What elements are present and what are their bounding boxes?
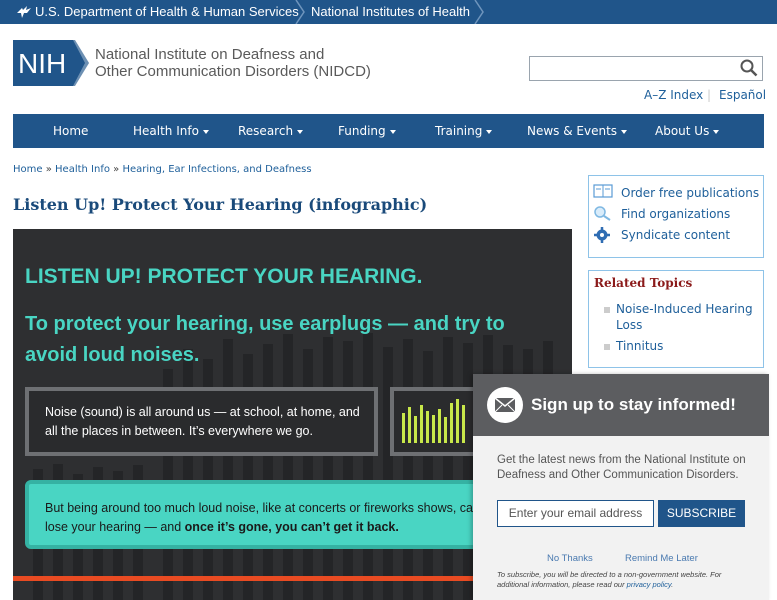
noise-everywhere-box: Noise (sound) is all around us — at scho…: [25, 387, 378, 456]
nav-health-info[interactable]: Health Info: [133, 114, 209, 148]
envelope-icon: [487, 387, 523, 423]
breadcrumb-health-info[interactable]: Health Info: [55, 164, 110, 175]
breadcrumb-hearing[interactable]: Hearing, Ear Infections, and Deafness: [122, 164, 311, 175]
breadcrumb-chevron-icon: [474, 0, 484, 24]
breadcrumb: Home » Health Info » Hearing, Ear Infect…: [13, 164, 312, 175]
find-organizations-link[interactable]: Find organizations: [621, 207, 730, 221]
search-box: [529, 56, 763, 81]
caret-down-icon: [297, 129, 304, 134]
page-title: Listen Up! Protect Your Hearing (infogra…: [13, 195, 428, 214]
signup-description: Get the latest news from the National In…: [497, 454, 746, 481]
privacy-policy-link[interactable]: privacy policy: [627, 580, 671, 589]
nav-about-us[interactable]: About Us: [655, 114, 720, 148]
top-bar: U.S. Department of Health & Human Servic…: [0, 0, 777, 24]
breadcrumb-chevron-icon: [295, 0, 305, 24]
syndicate-content-link[interactable]: Syndicate content: [621, 228, 730, 242]
infographic-heading: LISTEN UP! PROTECT YOUR HEARING.: [25, 265, 423, 288]
caret-down-icon: [389, 129, 396, 134]
related-topics-title: Related Topics: [594, 276, 693, 290]
remind-me-later-link[interactable]: Remind Me Later: [625, 553, 698, 564]
signup-modal: Sign up to stay informed! Get the latest…: [473, 374, 769, 600]
magnifier-icon: [594, 206, 611, 221]
link-divider: |: [707, 88, 712, 102]
list-bullet-icon: [604, 344, 610, 350]
caret-down-icon: [486, 129, 493, 134]
hhs-eagle-icon: [16, 0, 32, 24]
search-icon[interactable]: [740, 59, 758, 77]
related-tinnitus[interactable]: Tinnitus: [616, 338, 663, 354]
nav-research[interactable]: Research: [238, 114, 304, 148]
related-topics-box: Related Topics Noise-Induced Hearing Los…: [588, 270, 764, 368]
email-field[interactable]: Enter your email address: [497, 500, 654, 527]
hhs-link[interactable]: U.S. Department of Health & Human Servic…: [35, 0, 299, 24]
caret-down-icon: [713, 129, 720, 134]
main-nav: Home Health Info Research Funding Traini…: [13, 114, 764, 148]
nih-logo-text: NIH: [18, 48, 66, 79]
nav-funding[interactable]: Funding: [338, 114, 396, 148]
gear-icon: [594, 227, 610, 243]
nih-link[interactable]: National Institutes of Health: [311, 0, 470, 24]
nih-logo[interactable]: NIH: [13, 40, 89, 86]
breadcrumb-home[interactable]: Home: [13, 164, 43, 175]
nav-home[interactable]: Home: [53, 114, 88, 148]
caret-down-icon: [202, 129, 209, 134]
signup-modal-title: Sign up to stay informed!: [531, 395, 736, 414]
signup-modal-header: Sign up to stay informed!: [473, 374, 769, 436]
nav-news-events[interactable]: News & Events: [527, 114, 628, 148]
espanol-link[interactable]: Español: [719, 88, 766, 102]
az-index-link[interactable]: A–Z Index: [644, 88, 703, 102]
subscribe-button[interactable]: SUBSCRIBE: [658, 500, 745, 527]
institute-name[interactable]: National Institute on Deafness and Other…: [95, 46, 371, 80]
nav-training[interactable]: Training: [435, 114, 493, 148]
publications-icon: [593, 184, 613, 198]
caret-down-icon: [621, 129, 628, 134]
resources-box: Order free publications Find organizatio…: [588, 175, 764, 258]
infographic-subheading: To protect your hearing, use earplugs — …: [25, 313, 505, 366]
search-input[interactable]: [530, 57, 735, 80]
signup-disclaimer: To subscribe, you will be directed to a …: [497, 570, 722, 589]
no-thanks-link[interactable]: No Thanks: [547, 553, 593, 564]
list-bullet-icon: [604, 307, 610, 313]
order-publications-link[interactable]: Order free publications: [621, 186, 759, 200]
related-noise-induced-hearing-loss[interactable]: Noise-Induced Hearing Loss: [616, 301, 753, 333]
